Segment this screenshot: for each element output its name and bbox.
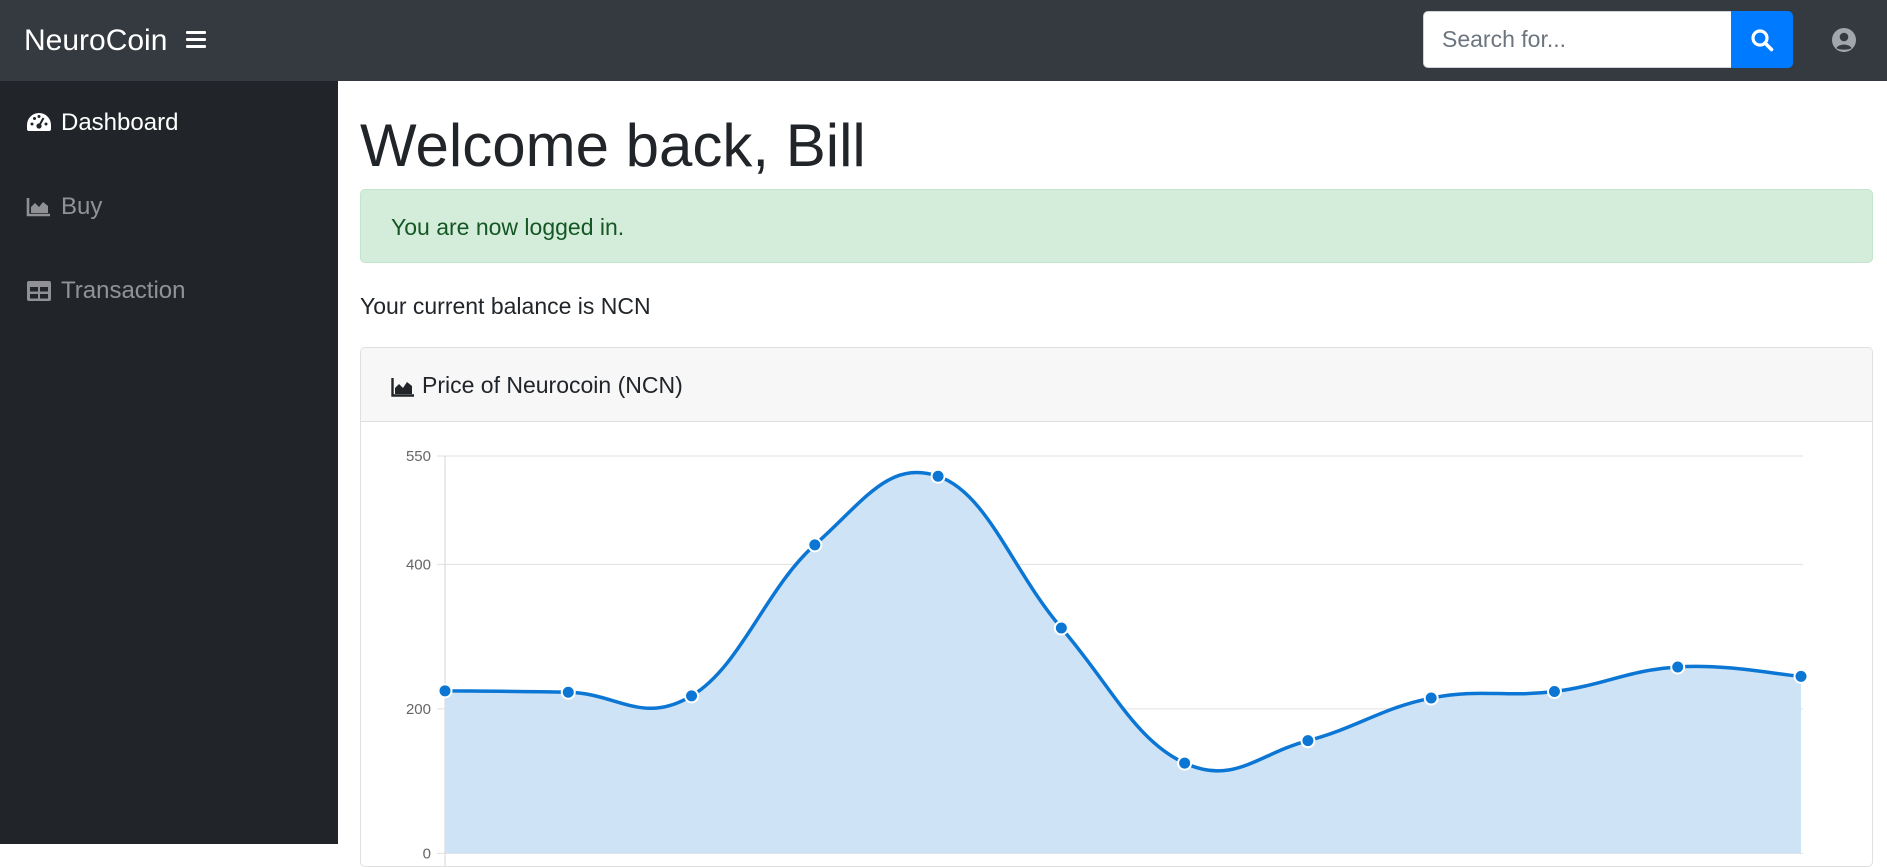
search-button[interactable] [1731,11,1793,68]
data-point[interactable] [1177,755,1193,771]
search-icon [1751,29,1774,52]
y-tick-label: 550 [406,448,431,465]
table-icon [27,281,51,301]
main-content: Welcome back, Bill You are now logged in… [338,81,1887,867]
card-title: Price of Neurocoin (NCN) [422,372,683,398]
area-chart-icon [26,198,50,217]
y-tick-label: 200 [406,701,431,718]
sidebar-item-label: Transaction [61,277,186,304]
data-point[interactable] [1670,659,1686,675]
data-point[interactable] [807,537,823,553]
data-point[interactable] [684,688,700,704]
sidebar: Dashboard Buy Transaction [0,81,338,844]
data-point[interactable] [1793,668,1809,684]
sidebar-item-transaction[interactable]: Transaction [0,249,338,333]
tachometer-icon [27,113,51,131]
sidebar-item-buy[interactable]: Buy [0,165,338,249]
search-form [1423,11,1793,68]
data-point[interactable] [560,684,576,700]
search-input[interactable] [1423,11,1732,68]
data-point[interactable] [437,683,453,699]
page-title: Welcome back, Bill [360,112,866,179]
brand-logo[interactable]: NeuroCoin [24,21,167,61]
series-area-fill [445,472,1801,854]
alert-text: You are now logged in. [391,214,625,240]
sidebar-toggle-icon[interactable] [184,28,208,52]
card-header: Price of Neurocoin (NCN) [361,348,1872,422]
sidebar-item-label: Dashboard [61,109,179,136]
balance-text: Your current balance is NCN [360,293,651,319]
sidebar-item-label: Buy [61,193,103,220]
data-point[interactable] [1300,733,1316,749]
y-tick-label: 0 [423,845,431,862]
data-point[interactable] [930,468,946,484]
user-menu-button[interactable] [1831,27,1857,53]
top-navbar: NeuroCoin [0,0,1887,81]
sidebar-item-dashboard[interactable]: Dashboard [0,81,338,165]
y-tick-label: 400 [406,556,431,573]
price-chart: 0 200 400 550 [361,422,1872,866]
price-chart-card: Price of Neurocoin (NCN) 0 200 400 550 [360,347,1873,867]
data-point[interactable] [1053,620,1069,636]
price-chart-svg: 0 200 400 550 [406,448,1809,866]
data-point[interactable] [1546,684,1562,700]
login-success-alert: You are now logged in. [360,189,1873,263]
user-circle-icon [1832,28,1856,52]
data-point[interactable] [1423,690,1439,706]
area-chart-icon [391,378,414,397]
